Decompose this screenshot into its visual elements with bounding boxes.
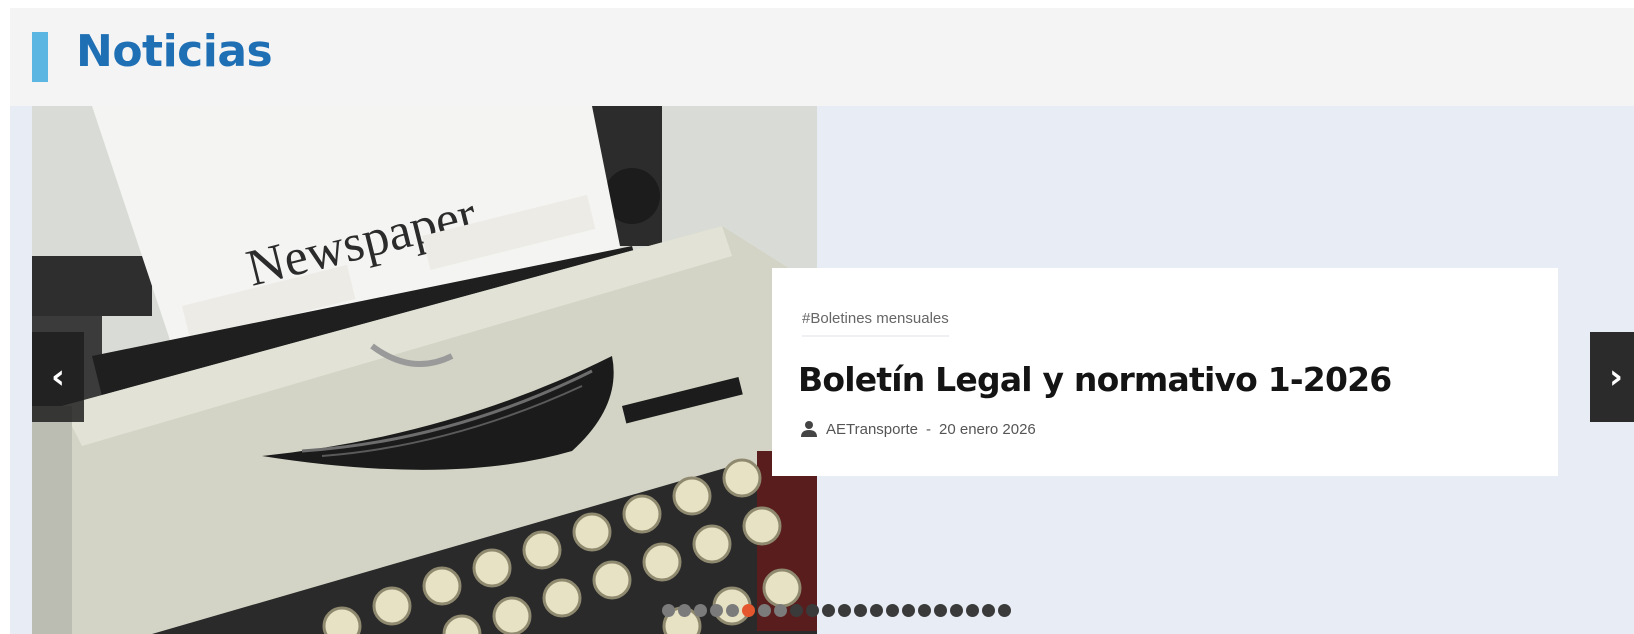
slide-card: #Boletines mensuales Boletín Legal y nor… [772, 268, 1558, 476]
pagination-dot[interactable] [886, 604, 899, 617]
next-arrow-button[interactable]: › [1590, 332, 1634, 422]
pagination-dot[interactable] [662, 604, 675, 617]
news-slider: Newspaper #Boletines mensuales Boletín L… [10, 106, 1634, 634]
slider-pagination [662, 604, 1011, 617]
pagination-dot[interactable] [678, 604, 691, 617]
section-header: Noticias [10, 8, 1634, 106]
pagination-dot[interactable] [982, 604, 995, 617]
pagination-dot[interactable] [902, 604, 915, 617]
pagination-dot[interactable] [806, 604, 819, 617]
pagination-dot[interactable] [838, 604, 851, 617]
pagination-dot[interactable] [998, 604, 1011, 617]
pagination-dot[interactable] [822, 604, 835, 617]
pagination-dot[interactable] [742, 604, 755, 617]
prev-arrow-button[interactable]: ‹ [32, 332, 84, 422]
slide-meta: AETransporte - 20 enero 2026 [800, 420, 1036, 438]
chevron-right-icon: › [1608, 357, 1623, 397]
slide-title[interactable]: Boletín Legal y normativo 1-2026 [798, 360, 1392, 399]
accent-bar [32, 32, 48, 82]
pagination-dot[interactable] [726, 604, 739, 617]
user-icon [800, 420, 818, 438]
post-date: 20 enero 2026 [939, 420, 1036, 438]
pagination-dot[interactable] [854, 604, 867, 617]
chevron-left-icon: ‹ [50, 357, 65, 397]
section-title: Noticias [76, 26, 273, 77]
pagination-dot[interactable] [790, 604, 803, 617]
pagination-dot[interactable] [934, 604, 947, 617]
pagination-dot[interactable] [966, 604, 979, 617]
pagination-dot[interactable] [694, 604, 707, 617]
pagination-dot[interactable] [870, 604, 883, 617]
pagination-dot[interactable] [774, 604, 787, 617]
pagination-dot[interactable] [710, 604, 723, 617]
pagination-dot[interactable] [918, 604, 931, 617]
category-tag[interactable]: #Boletines mensuales [802, 310, 949, 337]
slide-image[interactable]: Newspaper [32, 106, 817, 634]
meta-separator: - [926, 420, 931, 438]
pagination-dot[interactable] [758, 604, 771, 617]
author-name[interactable]: AETransporte [826, 421, 918, 438]
pagination-dot[interactable] [950, 604, 963, 617]
